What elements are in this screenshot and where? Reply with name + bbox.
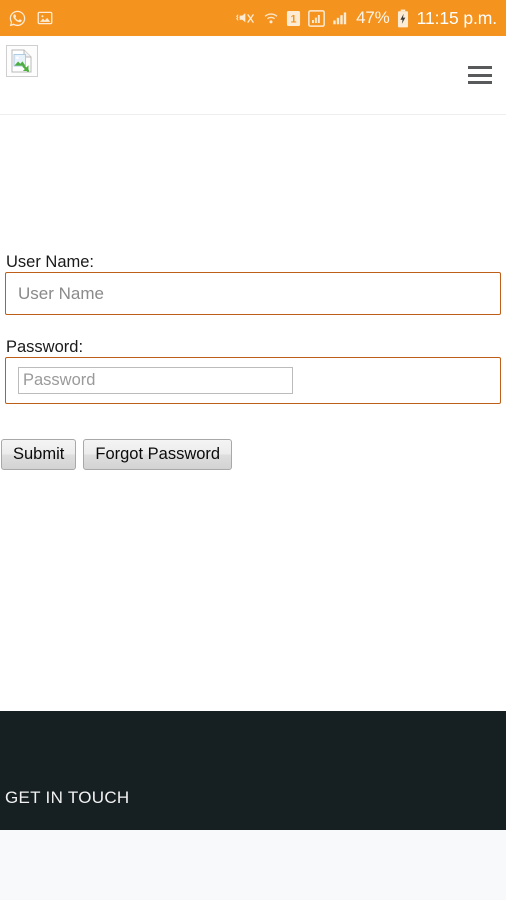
gallery-image-icon <box>36 9 54 27</box>
brand-logo-link[interactable] <box>6 45 38 77</box>
login-form: User Name: Password: Submit Forgot Passw… <box>1 115 501 470</box>
hamburger-menu-icon[interactable] <box>468 66 492 84</box>
password-input[interactable] <box>18 367 293 394</box>
forgot-password-button[interactable]: Forgot Password <box>83 439 233 470</box>
footer-bottom-strip <box>0 830 506 900</box>
hamburger-bar-1 <box>468 66 492 69</box>
username-field-wrapper <box>5 272 501 315</box>
mute-vibrate-icon <box>235 9 256 28</box>
get-in-touch-heading: GET IN TOUCH <box>5 788 130 807</box>
main-content: User Name: Password: Submit Forgot Passw… <box>0 115 506 711</box>
sim1-icon: 1 <box>286 10 301 27</box>
svg-text:1: 1 <box>291 13 297 25</box>
android-status-bar: 1 47% 11:15 p.m. <box>0 0 506 36</box>
status-bar-clock: 11:15 p.m. <box>416 7 497 28</box>
wifi-icon <box>263 9 279 27</box>
broken-image-placeholder-icon <box>7 46 37 76</box>
hamburger-bar-2 <box>468 73 492 77</box>
status-bar-notification-icons <box>8 9 54 28</box>
site-header <box>0 36 506 115</box>
password-label: Password: <box>6 338 84 356</box>
signal-sim1-icon <box>308 9 326 27</box>
whatsapp-icon <box>8 9 27 28</box>
status-bar-system-icons: 1 47% 11:15 p.m. <box>235 8 497 29</box>
hamburger-bar-3 <box>468 81 492 84</box>
password-field-wrapper <box>5 357 501 404</box>
field-spacer <box>5 315 501 337</box>
submit-button[interactable]: Submit <box>1 439 77 470</box>
signal-sim2-icon <box>332 10 349 27</box>
battery-percent-label: 47% <box>356 8 390 27</box>
battery-charging-icon <box>397 9 409 28</box>
site-footer: GET IN TOUCH <box>0 711 506 830</box>
form-button-row: Submit Forgot Password <box>1 439 501 470</box>
username-input[interactable] <box>6 273 500 314</box>
username-label: User Name: <box>6 253 95 271</box>
